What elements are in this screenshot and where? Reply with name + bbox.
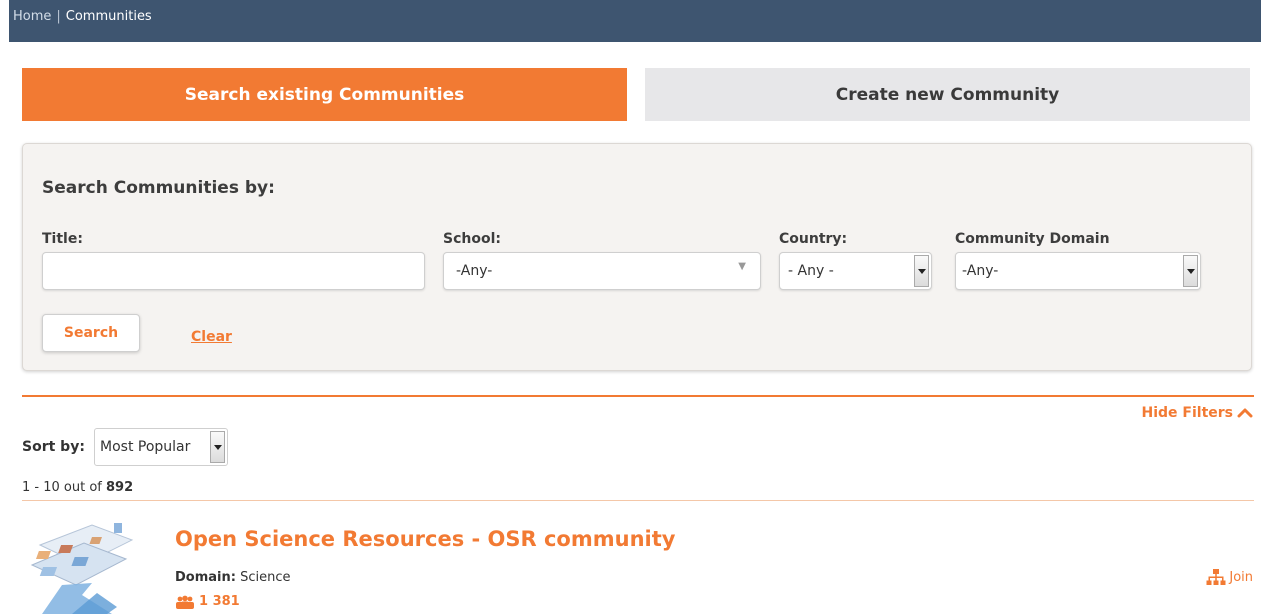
results-count: 1 - 10 out of 892	[22, 480, 133, 495]
country-label: Country:	[779, 231, 848, 247]
hide-filters-toggle[interactable]: Hide Filters	[1142, 405, 1254, 421]
breadcrumb: Home | Communities	[13, 9, 152, 24]
country-select-value: - Any -	[788, 263, 834, 279]
breadcrumb-home-link[interactable]: Home	[13, 9, 51, 24]
sort-select[interactable]: Most Popular	[94, 428, 228, 466]
school-select[interactable]: -Any- ▼	[443, 252, 761, 290]
breadcrumb-current: Communities	[65, 9, 152, 24]
top-navigation-bar: Home | Communities	[9, 0, 1261, 42]
tab-create-community[interactable]: Create new Community	[645, 68, 1250, 121]
search-filter-panel: Search Communities by: Title: School: -A…	[22, 143, 1252, 371]
school-select-value: -Any-	[456, 263, 493, 279]
title-input[interactable]	[42, 252, 425, 290]
country-select[interactable]: - Any -	[779, 252, 932, 290]
join-community-button[interactable]: Join	[1206, 568, 1253, 586]
chevron-down-icon: ▼	[738, 261, 746, 272]
community-domain-label: Community Domain	[955, 231, 1110, 247]
community-thumbnail[interactable]	[22, 515, 152, 614]
community-members-count: 1 381	[199, 594, 240, 609]
results-range: 1 - 10 out of	[22, 480, 102, 495]
community-domain-select[interactable]: -Any-	[955, 252, 1201, 290]
community-members: 1 381	[175, 594, 240, 609]
chevron-down-icon[interactable]	[210, 431, 225, 463]
results-total: 892	[106, 480, 134, 495]
school-label: School:	[443, 231, 501, 247]
community-domain-select-value: -Any-	[962, 263, 999, 279]
title-label: Title:	[42, 231, 83, 247]
community-domain-label: Domain:	[175, 570, 236, 585]
hide-filters-label: Hide Filters	[1141, 405, 1234, 421]
filter-panel-heading: Search Communities by:	[42, 178, 275, 198]
filters-divider	[22, 395, 1254, 397]
results-divider	[22, 500, 1254, 501]
chevron-down-icon[interactable]	[914, 255, 929, 287]
hierarchy-icon	[1206, 569, 1226, 585]
search-button[interactable]: Search	[42, 314, 140, 352]
community-domain: Domain: Science	[175, 570, 291, 585]
sort-by-label: Sort by:	[22, 439, 85, 455]
clear-link[interactable]: Clear	[191, 329, 232, 345]
chevron-down-icon[interactable]	[1183, 255, 1198, 287]
sort-select-value: Most Popular	[100, 439, 191, 455]
breadcrumb-separator: |	[56, 9, 61, 24]
users-icon	[176, 595, 194, 609]
chevron-up-icon	[1237, 408, 1253, 418]
community-title-link[interactable]: Open Science Resources - OSR community	[175, 527, 675, 551]
tab-search-communities[interactable]: Search existing Communities	[22, 68, 627, 121]
join-label: Join	[1229, 569, 1253, 585]
community-domain-value: Science	[240, 570, 291, 585]
